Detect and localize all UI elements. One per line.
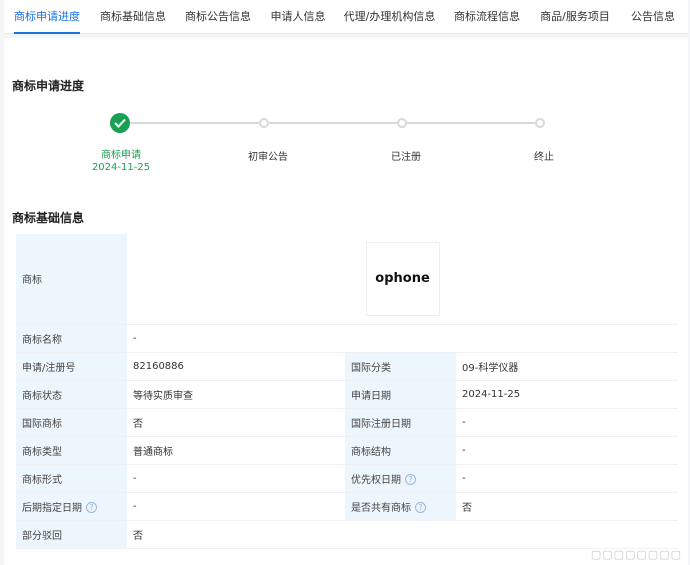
- shared-label: 是否共有商标: [351, 502, 411, 514]
- cell-label: 后期指定日期?: [16, 492, 127, 521]
- cell-label: 商标类型: [16, 436, 127, 465]
- cell-label: 国际注册日期: [345, 408, 456, 437]
- progress-section-title: 商标申请进度: [12, 79, 85, 93]
- table-row: 商标 ophone: [16, 234, 679, 325]
- cell-value: -: [127, 492, 345, 521]
- trademark-label: 商标: [16, 234, 127, 325]
- tab-notice-info[interactable]: 公告信息: [628, 0, 678, 34]
- cell-value: -: [456, 436, 679, 465]
- cell-value: 82160886: [127, 352, 345, 381]
- later-date-label: 后期指定日期: [22, 502, 82, 514]
- table-row: 商标类型 普通商标 商标结构 -: [16, 436, 679, 465]
- cell-value: -: [127, 464, 345, 493]
- table-row: 申请/注册号 82160886 国际分类 09-科学仪器: [16, 352, 679, 381]
- step-label-apply: 商标申请: [101, 150, 141, 161]
- cell-label: 优先权日期?: [345, 464, 456, 493]
- cell-label: 是否共有商标?: [345, 492, 456, 521]
- cell-value: 普通商标: [127, 436, 345, 465]
- tab-goods-services[interactable]: 商品/服务项目: [537, 0, 613, 34]
- trademark-logo[interactable]: ophone: [365, 241, 440, 316]
- help-icon[interactable]: ?: [405, 474, 416, 485]
- step-label-prelim: 初审公告: [248, 152, 288, 163]
- tab-basic-info[interactable]: 商标基础信息: [98, 0, 168, 34]
- basic-info-table: 商标 ophone 商标名称 - 申请/注册号 82160886 国际分类 09…: [16, 234, 679, 549]
- cell-label: 商标形式: [16, 464, 127, 493]
- cell-value: -: [456, 408, 679, 437]
- tab-applicant-info[interactable]: 申请人信息: [268, 0, 328, 34]
- table-row: 国际商标 否 国际注册日期 -: [16, 408, 679, 437]
- cell-value: 否: [127, 408, 345, 437]
- cell-label: 商标状态: [16, 380, 127, 409]
- cell-value: 否: [456, 492, 679, 521]
- table-row: 商标形式 - 优先权日期? -: [16, 464, 679, 493]
- tab-progress[interactable]: 商标申请进度: [12, 0, 82, 34]
- cell-label: 申请/注册号: [16, 352, 127, 381]
- table-row: 商标状态 等待实质审查 申请日期 2024-11-25: [16, 380, 679, 409]
- cell-value: 等待实质审查: [127, 380, 345, 409]
- help-icon[interactable]: ?: [86, 502, 97, 513]
- cell-value: -: [127, 324, 679, 353]
- step-pending-dot: [259, 118, 269, 128]
- step-connector: [269, 122, 397, 124]
- cell-label: 部分驳回: [16, 520, 127, 549]
- trademark-image-cell: ophone: [127, 234, 679, 325]
- step-pending-dot: [397, 118, 407, 128]
- cell-value: 2024-11-25: [456, 380, 679, 409]
- cell-value: 09-科学仪器: [456, 352, 679, 381]
- trademark-logo-text: ophone: [375, 271, 430, 287]
- cell-label: 国际商标: [16, 408, 127, 437]
- cell-label: 国际分类: [345, 352, 456, 381]
- step-label-registered: 已注册: [391, 152, 421, 163]
- table-row: 后期指定日期? - 是否共有商标? 否: [16, 492, 679, 521]
- tab-process-info[interactable]: 商标流程信息: [452, 0, 522, 34]
- step-date-apply: 2024-11-25: [91, 162, 151, 173]
- step-connector: [407, 122, 535, 124]
- cell-label: 商标结构: [345, 436, 456, 465]
- table-row: 商标名称 -: [16, 324, 679, 353]
- help-icon[interactable]: ?: [415, 502, 426, 513]
- cell-value: 否: [127, 520, 679, 549]
- tab-announcement-info[interactable]: 商标公告信息: [183, 0, 253, 34]
- cell-value: -: [456, 464, 679, 493]
- step-pending-dot: [535, 118, 545, 128]
- cell-label: 申请日期: [345, 380, 456, 409]
- step-done-check-icon: [110, 113, 130, 133]
- tab-agency-info[interactable]: 代理/办理机构信息: [342, 0, 437, 34]
- watermark: ▢▢▢▢▢▢▢▢: [590, 548, 682, 561]
- tab-bar: 商标申请进度 商标基础信息 商标公告信息 申请人信息 代理/办理机构信息 商标流…: [4, 0, 688, 34]
- step-label-terminated: 终止: [534, 152, 554, 163]
- cell-label: 商标名称: [16, 324, 127, 353]
- basic-section-title: 商标基础信息: [12, 211, 85, 225]
- priority-label: 优先权日期: [351, 474, 401, 486]
- table-row: 部分驳回 否: [16, 520, 679, 549]
- step-connector: [130, 122, 264, 124]
